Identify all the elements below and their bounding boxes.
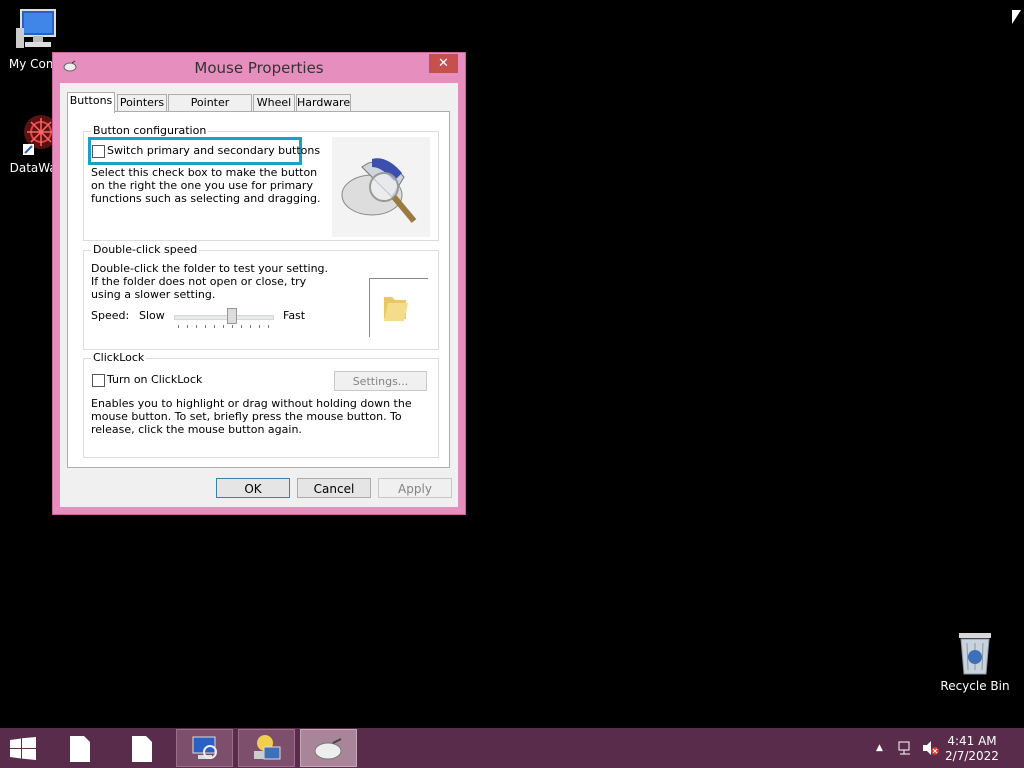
switch-buttons-label[interactable]: Switch primary and secondary buttons	[107, 144, 320, 157]
taskbar-app-computer[interactable]	[176, 729, 233, 767]
computer-search-icon	[192, 736, 217, 759]
group-label: ClickLock	[91, 351, 147, 364]
taskbar-app-mouse-properties[interactable]	[300, 729, 357, 767]
fast-label: Fast	[283, 309, 306, 322]
tab-pointer-options[interactable]: Pointer Options	[168, 94, 252, 125]
tab-buttons[interactable]: Buttons	[67, 92, 115, 113]
slider-tick	[187, 325, 188, 328]
slider-tick	[268, 325, 269, 328]
tab-pointers[interactable]: Pointers	[117, 94, 167, 112]
dialog-titlebar[interactable]: Mouse Properties ✕	[53, 53, 465, 83]
slider-tick	[178, 325, 179, 328]
clock-date: 2/7/2022	[945, 749, 999, 763]
apply-button[interactable]: Apply	[378, 478, 452, 498]
slider-tick	[196, 325, 197, 328]
desktop-icon-label: Recycle Bin	[940, 679, 1010, 693]
clock-time: 4:41 AM	[947, 734, 997, 748]
volume-muted-icon[interactable]	[922, 740, 940, 756]
tab-wheel[interactable]: Wheel	[253, 94, 295, 112]
speed-slider[interactable]	[174, 306, 274, 330]
tab-hardware[interactable]: Hardware	[296, 94, 351, 112]
system-clock[interactable]: 4:41 AM 2/7/2022	[942, 734, 1002, 764]
desktop-icon-recycle-bin[interactable]: Recycle Bin	[940, 630, 1010, 693]
double-click-speed-group: Double-click speed Double-click the fold…	[83, 243, 439, 350]
windows-logo-icon	[10, 737, 36, 760]
mouse-properties-dialog: Mouse Properties ✕ Buttons Pointers Poin…	[52, 52, 466, 515]
slider-tick	[250, 325, 251, 328]
clicklock-label[interactable]: Turn on ClickLock	[107, 373, 202, 386]
speed-label: Speed:	[91, 309, 130, 322]
close-button[interactable]: ✕	[429, 54, 458, 73]
button-configuration-group: Button configuration Switch primary and …	[83, 124, 439, 241]
group-label: Button configuration	[91, 124, 209, 137]
start-button[interactable]	[10, 737, 36, 764]
slider-tick	[214, 325, 215, 328]
slider-tick	[241, 325, 242, 328]
switch-buttons-checkbox[interactable]	[92, 145, 105, 158]
double-click-description: Double-click the folder to test your set…	[91, 262, 329, 301]
slider-tick	[223, 325, 224, 328]
taskbar-file-1[interactable]	[52, 729, 109, 767]
taskbar: ▲ 4:41 AM 2/7/2022	[0, 728, 1024, 768]
slider-track	[174, 315, 274, 320]
button-config-description: Select this check box to make the button…	[91, 166, 321, 205]
mouse-icon	[314, 738, 342, 760]
slider-tick	[205, 325, 206, 328]
network-status-icon[interactable]	[898, 740, 914, 756]
test-folder-area[interactable]	[369, 278, 428, 337]
mouse-cursor-icon	[1012, 10, 1021, 24]
show-hidden-icons-chevron-icon[interactable]: ▲	[876, 743, 883, 753]
clicklock-checkbox[interactable]	[92, 374, 105, 387]
clicklock-group: ClickLock Turn on ClickLock Settings... …	[83, 351, 439, 458]
taskbar-app-network[interactable]	[238, 729, 295, 767]
slow-label: Slow	[139, 309, 165, 322]
ok-button[interactable]: OK	[216, 478, 290, 498]
buttons-tab-panel: Button configuration Switch primary and …	[67, 111, 450, 468]
cancel-button[interactable]: Cancel	[297, 478, 371, 498]
document-icon	[70, 736, 90, 762]
dialog-title: Mouse Properties	[194, 59, 324, 77]
document-icon	[132, 736, 152, 762]
network-icon	[254, 735, 281, 760]
clicklock-description: Enables you to highlight or drag without…	[91, 397, 412, 436]
clicklock-settings-button[interactable]: Settings...	[334, 371, 427, 391]
slider-tick	[232, 325, 233, 328]
group-label: Double-click speed	[91, 243, 200, 256]
taskbar-file-2[interactable]	[114, 729, 171, 767]
computer-icon	[16, 9, 56, 48]
folder-icon	[384, 297, 408, 321]
mouse-illustration-icon	[332, 137, 430, 237]
slider-thumb[interactable]	[227, 308, 237, 324]
dialog-client-area: Buttons Pointers Pointer Options Wheel H…	[60, 83, 458, 507]
slider-tick	[259, 325, 260, 328]
recycle-bin-icon	[959, 633, 991, 675]
